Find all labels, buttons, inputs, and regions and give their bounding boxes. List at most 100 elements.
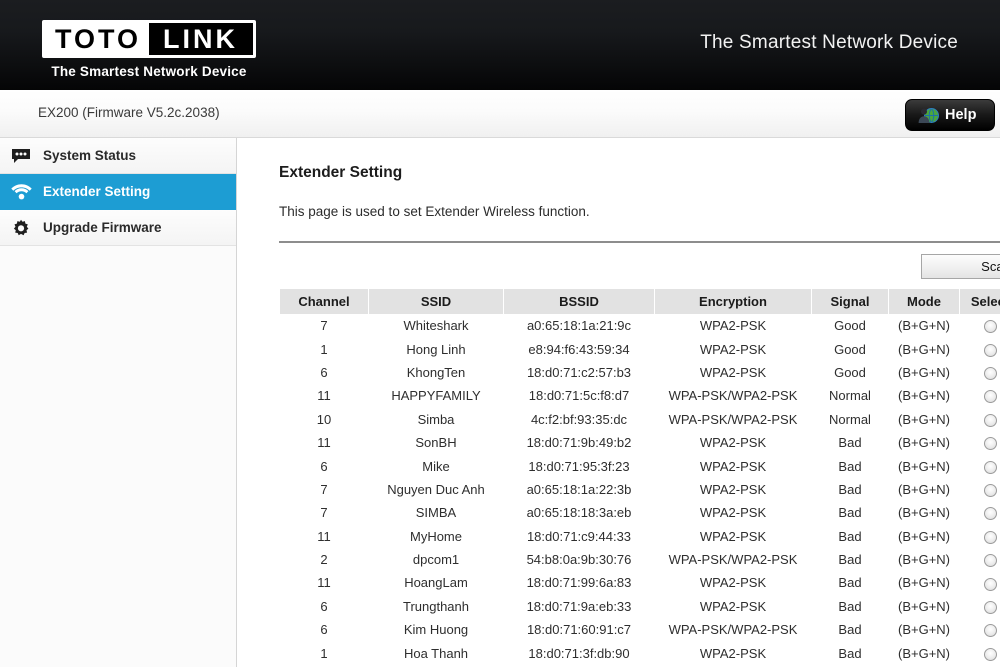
ap-mode: (B+G+N) [889,408,959,431]
ap-mode: (B+G+N) [889,431,959,454]
ap-ssid: dpcom1 [369,548,503,571]
ap-select-radio[interactable] [984,601,997,614]
table-row[interactable]: 6KhongTen18:d0:71:c2:57:b3WPA2-PSKGood(B… [280,361,1000,384]
table-row[interactable]: 2dpcom154:b8:0a:9b:30:76WPA-PSK/WPA2-PSK… [280,548,1000,571]
table-row[interactable]: 1Hong Linhe8:94:f6:43:59:34WPA2-PSKGood(… [280,337,1000,360]
ap-ssid: Hoa Thanh [369,641,503,664]
ap-select-cell [960,501,1000,524]
sidebar: System Status Extender Setting Upgrade F… [0,138,237,667]
table-row[interactable]: 11HAPPYFAMILY18:d0:71:5c:f8:d7WPA-PSK/WP… [280,384,1000,407]
table-row[interactable]: 6Mike18:d0:71:95:3f:23WPA2-PSKBad(B+G+N) [280,454,1000,477]
column-header-bssid: BSSID [504,289,654,314]
ap-bssid: 18:d0:71:5c:f8:d7 [504,384,654,407]
scan-button[interactable]: Scan [921,254,1000,279]
ap-select-radio[interactable] [984,648,997,661]
ap-select-radio[interactable] [984,484,997,497]
ap-select-radio[interactable] [984,390,997,403]
table-row[interactable]: 7Nguyen Duc Anha0:65:18:1a:22:3bWPA2-PSK… [280,478,1000,501]
ap-select-cell [960,337,1000,360]
ap-mode: (B+G+N) [889,548,959,571]
ap-select-cell [960,384,1000,407]
ap-signal: Good [812,361,888,384]
table-row[interactable]: 11SonBH18:d0:71:9b:49:b2WPA2-PSKBad(B+G+… [280,431,1000,454]
ap-mode: (B+G+N) [889,571,959,594]
sidebar-item-label: Upgrade Firmware [43,220,162,235]
banner-slogan: The Smartest Network Device [700,32,958,54]
column-header-select: Select [960,289,1000,314]
ap-select-cell [960,548,1000,571]
ap-bssid: 18:d0:71:3f:db:90 [504,641,654,664]
table-row[interactable]: 11MyHome18:d0:71:c9:44:33WPA2-PSKBad(B+G… [280,525,1000,548]
ap-channel: 7 [280,501,368,524]
ap-signal: Bad [812,641,888,664]
ap-select-cell [960,595,1000,618]
ap-mode: (B+G+N) [889,501,959,524]
table-row[interactable]: 7SIMBAa0:65:18:18:3a:ebWPA2-PSKBad(B+G+N… [280,501,1000,524]
ap-select-radio[interactable] [984,344,997,357]
ap-channel: 11 [280,431,368,454]
ap-select-cell [960,408,1000,431]
ap-bssid: 18:d0:71:c9:44:33 [504,525,654,548]
ap-select-radio[interactable] [984,437,997,450]
ap-channel: 11 [280,525,368,548]
ap-encryption: WPA2-PSK [655,478,811,501]
speech-bubble-icon [10,145,32,167]
ap-channel: 11 [280,571,368,594]
ap-ssid: SIMBA [369,501,503,524]
ap-encryption: WPA-PSK/WPA2-PSK [655,408,811,431]
sidebar-item-upgrade-firmware[interactable]: Upgrade Firmware [0,210,236,246]
ap-bssid: a0:65:18:1a:22:3b [504,478,654,501]
ap-bssid: 18:d0:71:9b:49:b2 [504,431,654,454]
table-row[interactable]: 11HoangLam18:d0:71:99:6a:83WPA2-PSKBad(B… [280,571,1000,594]
ap-select-cell [960,361,1000,384]
table-row[interactable]: 10Simba4c:f2:bf:93:35:dcWPA-PSK/WPA2-PSK… [280,408,1000,431]
gear-icon [10,217,32,239]
ap-channel: 6 [280,454,368,477]
ap-select-radio[interactable] [984,507,997,520]
column-header-mode: Mode [889,289,959,314]
sidebar-item-extender-setting[interactable]: Extender Setting [0,174,236,210]
firmware-bar: EX200 (Firmware V5.2c.2038) [0,90,1000,138]
ap-select-radio[interactable] [984,320,997,333]
top-banner: TOTO LINK The Smartest Network Device Th… [0,0,1000,90]
ap-encryption: WPA2-PSK [655,337,811,360]
help-button[interactable]: Help [905,99,995,131]
ap-channel: 7 [280,314,368,337]
table-row[interactable]: 1Hoa Thanh18:d0:71:3f:db:90WPA2-PSKBad(B… [280,641,1000,664]
firmware-version-label: EX200 (Firmware V5.2c.2038) [38,105,220,120]
ap-ssid: HAPPYFAMILY [369,384,503,407]
ap-ssid: Mike [369,454,503,477]
ap-ssid: Whiteshark [369,314,503,337]
ap-bssid: a0:65:18:18:3a:eb [504,501,654,524]
ap-encryption: WPA2-PSK [655,361,811,384]
ap-select-radio[interactable] [984,414,997,427]
ap-select-radio[interactable] [984,531,997,544]
ap-mode: (B+G+N) [889,384,959,407]
page-title: Extender Setting [279,164,1000,182]
ap-ssid: Kim Huong [369,618,503,641]
ap-select-radio[interactable] [984,624,997,637]
scan-toolbar: Scan [279,254,1000,286]
ap-mode: (B+G+N) [889,454,959,477]
ap-encryption: WPA2-PSK [655,314,811,337]
ap-signal: Good [812,337,888,360]
page-description: This page is used to set Extender Wirele… [279,204,1000,219]
table-row[interactable]: 6Trungthanh18:d0:71:9a:eb:33WPA2-PSKBad(… [280,595,1000,618]
sidebar-item-system-status[interactable]: System Status [0,138,236,174]
table-row[interactable]: 6Kim Huong18:d0:71:60:91:c7WPA-PSK/WPA2-… [280,618,1000,641]
ap-select-radio[interactable] [984,367,997,380]
ap-select-radio[interactable] [984,554,997,567]
table-row[interactable]: 7Whitesharka0:65:18:1a:21:9cWPA2-PSKGood… [280,314,1000,337]
ap-mode: (B+G+N) [889,337,959,360]
ap-mode: (B+G+N) [889,618,959,641]
ap-select-radio[interactable] [984,461,997,474]
ap-bssid: 4c:f2:bf:93:35:dc [504,408,654,431]
ap-select-radio[interactable] [984,578,997,591]
column-header-signal: Signal [812,289,888,314]
ap-ssid: Simba [369,408,503,431]
ap-signal: Bad [812,525,888,548]
ap-channel: 6 [280,595,368,618]
sidebar-item-label: Extender Setting [43,184,150,199]
ap-bssid: 18:d0:71:95:3f:23 [504,454,654,477]
main-content: Extender Setting This page is used to se… [237,138,1000,667]
